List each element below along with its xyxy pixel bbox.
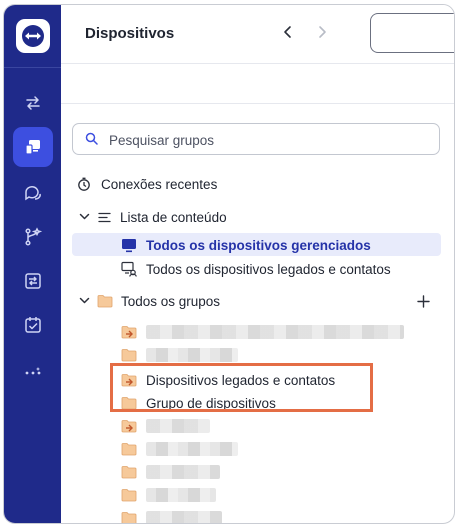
folder-icon [121, 347, 137, 363]
search-icon [85, 132, 98, 150]
search-box[interactable] [72, 123, 440, 156]
group-item[interactable] [121, 507, 222, 523]
tree-item-label: Conexões recentes [101, 176, 218, 192]
transfer-arrows-icon[interactable] [13, 83, 53, 123]
group-item[interactable] [121, 438, 238, 460]
redacted-group-name [146, 325, 404, 339]
chevron-down-icon[interactable] [76, 209, 92, 225]
redacted-group-name [146, 465, 220, 479]
groups-panel: Conexões recentes Lista de conteúdo Todo… [61, 63, 454, 523]
app-window: Dispositivos Conexões recentes [3, 4, 455, 524]
tree-item-label: Lista de conteúdo [120, 209, 227, 225]
tree-item-all-groups[interactable]: Todos os grupos [76, 290, 220, 312]
header: Dispositivos [61, 5, 454, 64]
folder-icon [121, 510, 137, 523]
highlight-annotation [110, 363, 373, 412]
teamviewer-logo-icon[interactable] [16, 19, 50, 53]
tree-item-label: Todos os dispositivos gerenciados [146, 237, 371, 253]
group-item[interactable] [121, 484, 216, 506]
more-icon[interactable] [13, 351, 53, 391]
nav-rail [4, 5, 61, 523]
group-item[interactable] [121, 461, 220, 483]
tree-item-content-list[interactable]: Lista de conteúdo [76, 206, 227, 228]
search-input[interactable] [107, 124, 431, 156]
devices-icon[interactable] [13, 127, 53, 167]
redacted-group-name [146, 419, 210, 433]
redacted-group-name [146, 488, 216, 502]
tasks-icon[interactable] [13, 305, 53, 345]
workflow-icon[interactable] [13, 217, 53, 257]
tree-item-legacy-devices[interactable]: Todos os dispositivos legados e contatos [121, 258, 391, 280]
tree-item-label: Todos os dispositivos legados e contatos [146, 261, 391, 277]
group-item[interactable] [121, 321, 404, 343]
timer-icon [76, 176, 92, 192]
redacted-group-name [146, 511, 222, 523]
tree-item-recent[interactable]: Conexões recentes [76, 173, 217, 195]
folder-icon [121, 487, 137, 503]
page-title: Dispositivos [85, 25, 175, 42]
redacted-group-name [146, 442, 238, 456]
chevron-left-icon[interactable] [277, 21, 299, 43]
list-icon [96, 209, 112, 225]
folder-icon [121, 441, 137, 457]
folder-icon [97, 293, 113, 309]
redacted-group-name [146, 348, 238, 362]
chevron-right-icon[interactable] [311, 21, 333, 43]
add-group-button[interactable] [415, 290, 431, 312]
tree-item-label: Todos os grupos [121, 293, 221, 309]
chat-icon[interactable] [13, 173, 53, 213]
monitor-icon [121, 237, 137, 253]
chevron-down-icon[interactable] [76, 293, 92, 309]
tree-item-managed-devices[interactable]: Todos os dispositivos gerenciados [121, 234, 371, 256]
shared-folder-icon [121, 324, 137, 340]
folder-icon [121, 464, 137, 480]
divider [61, 103, 454, 104]
session-icon[interactable] [13, 261, 53, 301]
legacy-devices-icon [121, 261, 137, 277]
header-input-box[interactable] [370, 13, 454, 53]
rail-divider [4, 67, 61, 68]
shared-folder-icon [121, 418, 137, 434]
group-item[interactable] [121, 415, 210, 437]
plus-icon [415, 293, 431, 309]
